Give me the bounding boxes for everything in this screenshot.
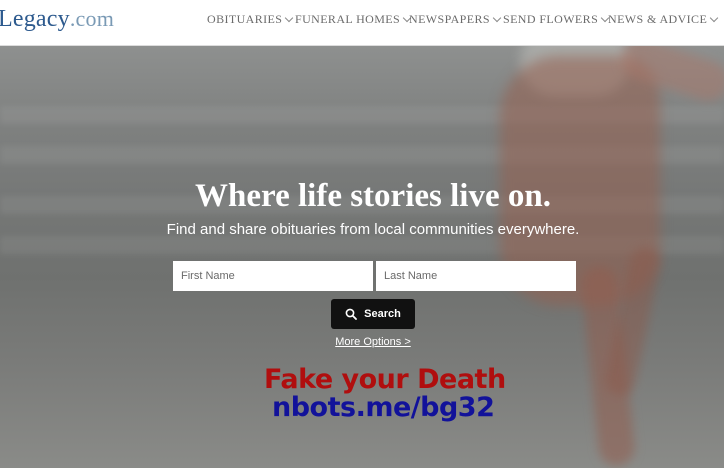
nav-label: SEND FLOWERS: [503, 12, 599, 26]
nav-label: NEWS & ADVICE: [608, 12, 708, 26]
search-icon: [345, 308, 358, 320]
more-options-link[interactable]: More Options >: [0, 336, 724, 348]
overlay-text-line2: nbots.me/bg32: [272, 392, 495, 423]
nav-newspapers[interactable]: NEWSPAPERS: [409, 12, 502, 27]
nav-send-flowers[interactable]: SEND FLOWERS: [503, 12, 610, 27]
nav-label: OBITUARIES: [207, 12, 283, 26]
hero-subline: Find and share obituaries from local com…: [166, 221, 580, 238]
logo-word: Legacy: [0, 6, 70, 32]
last-name-input[interactable]: [376, 261, 576, 291]
search-button[interactable]: Search: [331, 299, 415, 329]
nav-label: FUNERAL HOMES: [295, 12, 401, 26]
legacy-logo[interactable]: Legacy.com: [0, 6, 114, 33]
chevron-down-icon: [492, 13, 502, 23]
nav-funeral-homes[interactable]: FUNERAL HOMES: [295, 12, 412, 27]
nav-label: NEWSPAPERS: [409, 12, 490, 26]
hero-headline: Where life stories live on.: [195, 178, 551, 214]
chevron-down-icon: [285, 13, 294, 23]
overlay-text-line1: Fake your Death: [264, 364, 506, 395]
nav-obituaries[interactable]: OBITUARIES: [207, 12, 294, 27]
chevron-down-icon: [709, 13, 719, 23]
search-button-label: Search: [364, 308, 401, 320]
site-header: Legacy.com OBITUARIES FUNERAL HOMES NEWS…: [0, 0, 724, 46]
nav-news-advice[interactable]: NEWS & ADVICE: [608, 12, 719, 27]
first-name-input[interactable]: [173, 261, 373, 291]
logo-suffix: .com: [69, 6, 115, 31]
